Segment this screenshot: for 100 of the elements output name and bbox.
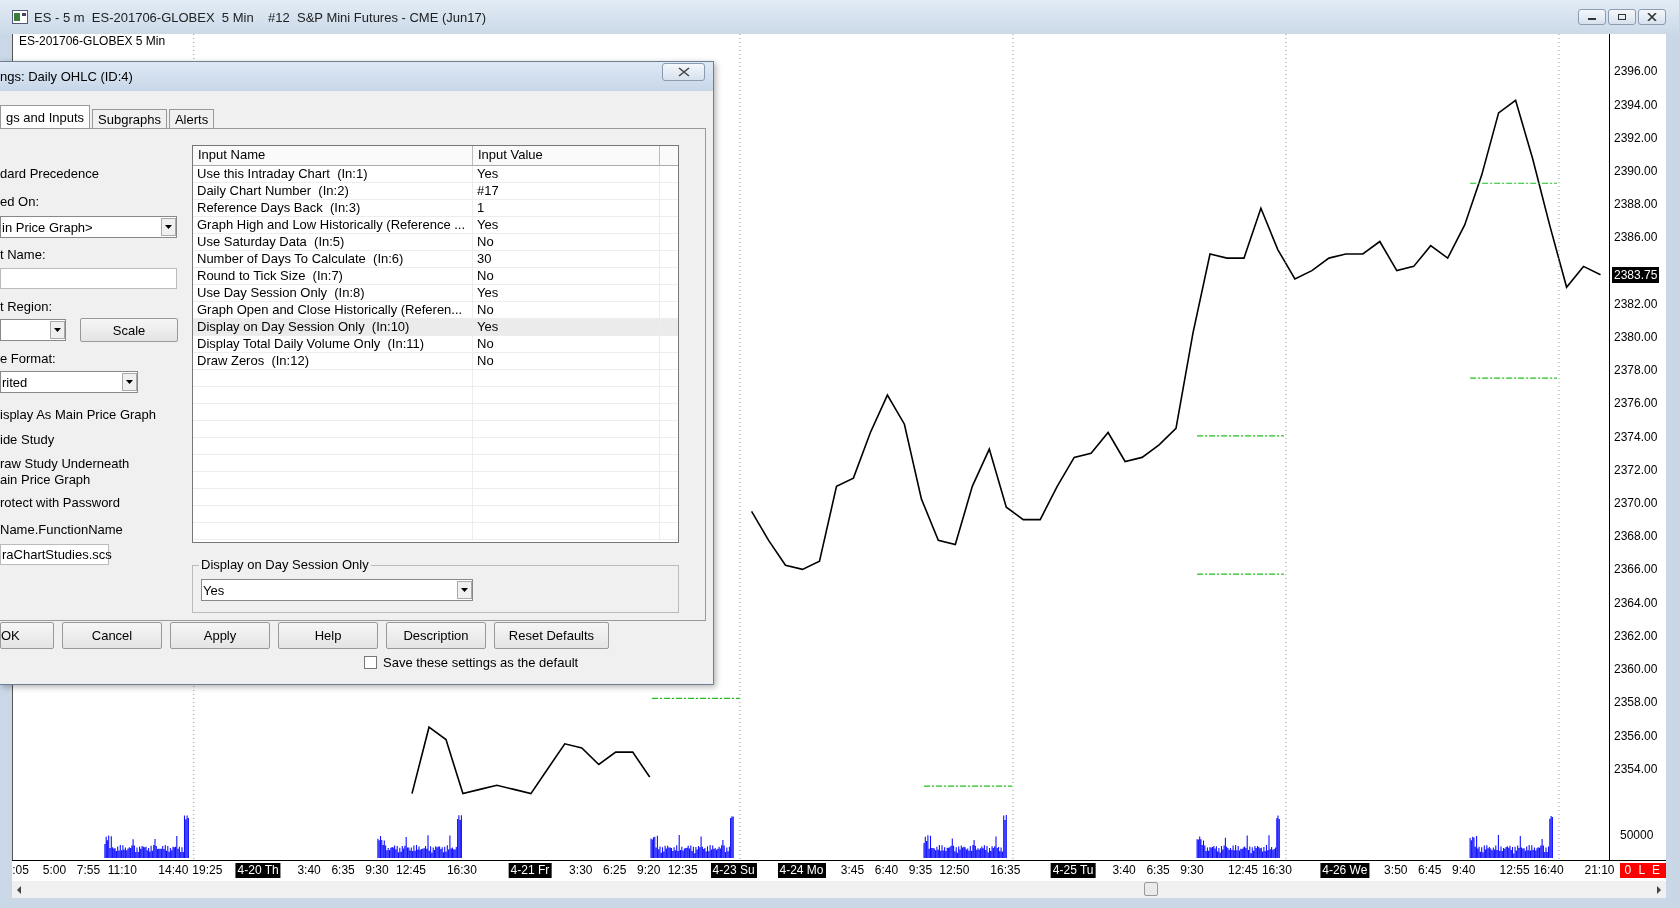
table-cell[interactable]: No <box>473 353 660 369</box>
dialog-close-button[interactable] <box>662 62 705 81</box>
field-label: raw Study Underneath ain Price Graph <box>0 456 131 488</box>
price-label: 2382.00 <box>1614 295 1658 312</box>
time-label: 14:40 <box>157 863 190 878</box>
field-label: e Format: <box>0 351 57 367</box>
table-cell[interactable]: Yes <box>473 166 660 182</box>
table-cell[interactable]: No <box>473 336 660 352</box>
field-label: t Name: <box>0 247 47 263</box>
close-icon <box>677 66 690 77</box>
price-label: 2396.00 <box>1614 63 1658 80</box>
time-label: 6:35 <box>1145 863 1171 878</box>
price-label: 2378.00 <box>1614 362 1658 379</box>
input-field[interactable] <box>0 268 177 289</box>
dialog-button[interactable]: Help <box>278 622 378 649</box>
tab[interactable]: gs and Inputs <box>0 105 91 128</box>
time-label: 16:35 <box>989 863 1022 878</box>
table-cell[interactable]: Graph High and Low Historically (Reference ... <box>193 217 473 233</box>
dropdown[interactable]: in Price Graph> <box>0 216 177 238</box>
close-button[interactable] <box>1638 9 1666 25</box>
time-label: 9:40 <box>1451 863 1477 878</box>
table-cell[interactable]: 1 <box>473 200 660 216</box>
time-label: 6:25 <box>602 863 628 878</box>
window-title: ES - 5 m ES-201706-GLOBEX 5 Min #12 S&P Mini Futures - CME (Jun17) <box>34 9 488 25</box>
table-cell[interactable]: Yes <box>473 217 660 233</box>
field-label: dard Precedence <box>0 166 100 182</box>
table-cell[interactable]: No <box>473 302 660 318</box>
table-cell[interactable]: Reference Days Back (In:3) <box>193 200 473 216</box>
time-label: 3:30 <box>568 863 594 878</box>
restore-button[interactable] <box>1608 9 1636 25</box>
dialog-button[interactable]: Description <box>386 622 486 649</box>
dialog-button[interactable]: Cancel <box>62 622 162 649</box>
table-cell[interactable]: Graph Open and Close Historically (Referen... <box>193 302 473 318</box>
field-label: rotect with Password <box>0 495 121 511</box>
price-label: 2360.00 <box>1614 661 1658 678</box>
time-label: 3:45 <box>839 863 866 878</box>
time-label: 12:45 <box>1227 863 1259 878</box>
price-label: 2388.00 <box>1614 196 1658 213</box>
time-label: 7:55 <box>75 863 102 878</box>
time-label: 9:30 <box>364 863 390 878</box>
time-label: 6:45 <box>1417 863 1443 878</box>
table-cell[interactable]: Round to Tick Size (In:7) <box>193 268 473 284</box>
price-label: 2376.00 <box>1614 395 1658 412</box>
tab[interactable]: Subgraphs <box>92 109 167 128</box>
price-label: 2394.00 <box>1614 96 1658 113</box>
dropdown[interactable]: rited <box>0 371 138 393</box>
price-label: 2366.00 <box>1614 561 1658 578</box>
checkbox[interactable] <box>364 656 377 669</box>
volume-label: 50000 <box>1620 827 1654 843</box>
table-cell[interactable]: #17 <box>473 183 660 199</box>
table-cell[interactable]: Use this Intraday Chart (In:1) <box>193 166 473 182</box>
chart-window-icon <box>12 10 28 24</box>
dropdown-caret-icon <box>457 581 472 599</box>
table-cell[interactable]: 30 <box>473 251 660 267</box>
dropdown[interactable]: Yes <box>201 579 473 601</box>
table-cell[interactable]: Daily Chart Number (In:2) <box>193 183 473 199</box>
price-label: 2364.00 <box>1614 594 1658 611</box>
table-cell[interactable]: Display on Day Session Only (In:10) <box>193 319 473 335</box>
scale-button[interactable]: Scale <box>80 318 178 342</box>
date-label: 4-25 Tu <box>1050 863 1096 878</box>
price-label: 2386.00 <box>1614 229 1658 246</box>
table-cell[interactable]: Yes <box>473 285 660 301</box>
table-cell[interactable]: Number of Days To Calculate (In:6) <box>193 251 473 267</box>
time-label: 3:50 <box>1383 863 1409 878</box>
table-cell[interactable]: Use Day Session Only (In:8) <box>193 285 473 301</box>
column-header[interactable]: Input Name <box>193 146 473 165</box>
date-label: 4-26 We <box>1320 863 1370 878</box>
time-label: 21:10 <box>1583 863 1616 878</box>
dropdown[interactable] <box>0 319 66 341</box>
table-cell[interactable]: Draw Zeros (In:12) <box>193 353 473 369</box>
price-label: 2354.00 <box>1614 760 1658 777</box>
time-label: 6:40 <box>873 863 900 878</box>
field-label: t Region: <box>0 299 54 315</box>
dropdown-caret-icon <box>50 321 65 339</box>
scrollbar-thumb[interactable] <box>1144 882 1158 896</box>
dropdown-caret-icon <box>161 218 176 236</box>
checkbox-label: Save these settings as the default <box>383 655 579 670</box>
date-label: 4-23 Su <box>710 863 757 878</box>
price-label: 2392.00 <box>1614 129 1658 146</box>
time-label: 16:30 <box>445 863 478 878</box>
dialog-button[interactable]: Reset Defaults <box>494 622 609 649</box>
last-price-label: 2383.75 <box>1612 267 1660 283</box>
table-cell[interactable]: No <box>473 234 660 250</box>
time-label: 3:40 <box>296 863 322 878</box>
price-label: 2358.00 <box>1614 694 1658 711</box>
time-label: 12:55 <box>1498 863 1531 878</box>
time-label: 3:40 <box>1111 863 1137 878</box>
time-label: 6:35 <box>330 863 356 878</box>
table-cell[interactable]: Yes <box>473 319 660 335</box>
column-header[interactable]: Input Value <box>473 146 660 165</box>
tab[interactable]: Alerts <box>168 109 215 128</box>
table-cell[interactable]: No <box>473 268 660 284</box>
price-label: 2374.00 <box>1614 428 1658 445</box>
dialog-button[interactable]: OK <box>0 622 54 649</box>
table-cell[interactable]: Display Total Daily Volume Only (In:11) <box>193 336 473 352</box>
dialog-button[interactable]: Apply <box>170 622 270 649</box>
table-cell[interactable]: Use Saturday Data (In:5) <box>193 234 473 250</box>
minimize-button[interactable] <box>1578 9 1606 25</box>
time-label: 12:35 <box>666 863 699 878</box>
price-label: 2380.00 <box>1614 329 1658 345</box>
